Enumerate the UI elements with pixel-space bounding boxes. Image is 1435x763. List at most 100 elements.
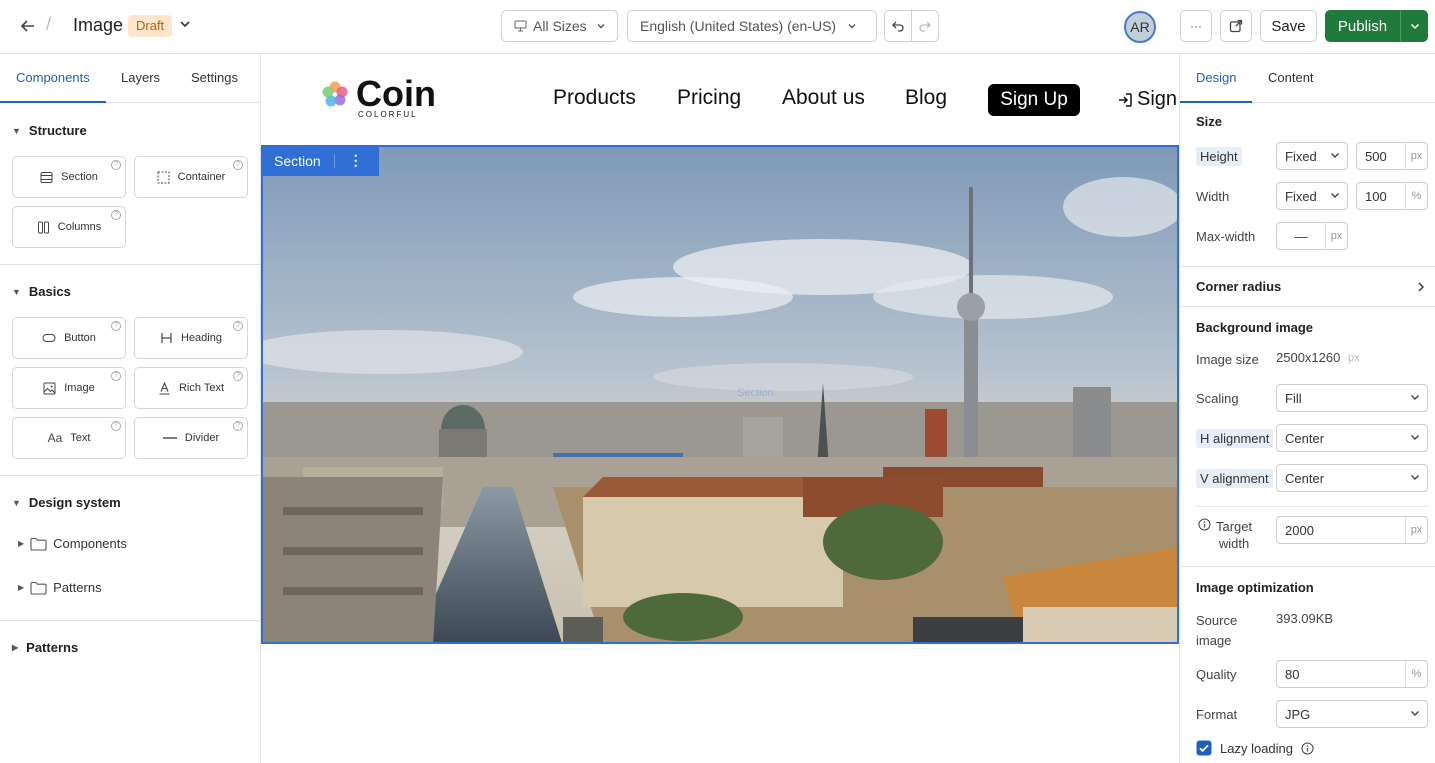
component-label: Image [64,382,95,394]
component-label: Divider [184,432,220,444]
tree-item-patterns[interactable]: ▶ Patterns [18,580,102,595]
flower-logo-icon [321,80,349,108]
height-input[interactable]: 500 px [1356,142,1428,170]
chevron-down-icon [1409,431,1421,446]
sign-in-link[interactable]: Sign [1117,88,1177,111]
component-label: Columns [57,221,102,233]
container-icon [157,171,170,184]
h-alignment-select[interactable]: Center [1276,424,1428,452]
publish-button[interactable]: Publish [1325,10,1400,42]
help-icon[interactable]: ? [233,160,243,170]
component-container[interactable]: Container ? [134,156,248,198]
component-rich-text[interactable]: Rich Text ? [134,367,248,409]
component-image[interactable]: Image ? [12,367,126,409]
publish-options-button[interactable] [1400,10,1428,42]
format-label: Format [1196,707,1238,722]
divider [0,475,260,476]
target-width-input[interactable]: 2000 px [1276,516,1428,544]
max-width-unit: px [1325,223,1347,249]
lazy-loading-label: Lazy loading [1220,740,1293,756]
tab-components[interactable]: Components [16,70,90,85]
help-icon[interactable]: ? [233,371,243,381]
design-system-section-header[interactable]: ▼ Design system [12,495,121,510]
nav-pricing[interactable]: Pricing [677,86,741,110]
back-arrow-icon[interactable] [16,14,40,38]
component-button[interactable]: Button ? [12,317,126,359]
chevron-down-icon [1409,471,1421,486]
tab-content[interactable]: Content [1268,70,1314,85]
sign-in-label: Sign [1137,88,1178,110]
help-icon[interactable]: ? [111,371,121,381]
tag-divider [333,153,335,168]
avatar[interactable]: AR [1124,11,1156,43]
patterns-section-header[interactable]: ▶ Patterns [12,640,78,655]
info-icon[interactable] [1198,518,1211,534]
target-width-value: 2000 [1285,522,1314,538]
width-label: Width [1196,189,1230,204]
component-divider[interactable]: Divider ? [134,417,248,459]
image-size-label: Image size [1196,352,1259,367]
basics-section-header[interactable]: ▼ Basics [12,284,71,299]
section-selection-tag[interactable]: Section ⋮ [261,145,379,176]
v-alignment-label: V alignment [1196,469,1273,488]
help-icon[interactable]: ? [233,421,243,431]
tab-design[interactable]: Design [1196,70,1236,85]
locale-select[interactable]: English (United States) (en-US) [627,10,877,42]
triangle-right-icon: ▶ [18,539,25,548]
max-width-input[interactable]: — px [1276,222,1348,250]
nav-about-us[interactable]: About us [782,86,865,110]
format-select[interactable]: JPG [1276,700,1428,728]
chevron-down-icon[interactable] [178,17,192,34]
sign-up-button[interactable]: Sign Up [988,84,1080,116]
chevron-right-icon[interactable] [1416,281,1426,296]
divider [1180,566,1435,567]
structure-section-header[interactable]: ▼ Structure [12,123,87,138]
more-options-button[interactable]: ··· [1180,10,1212,42]
scaling-label: Scaling [1196,391,1239,406]
component-label: Text [70,432,91,444]
save-button[interactable]: Save [1260,10,1317,42]
chevron-down-icon [1409,391,1421,406]
open-preview-button[interactable] [1220,10,1252,42]
corner-radius-title[interactable]: Corner radius [1196,279,1281,294]
tab-settings[interactable]: Settings [191,70,238,85]
scaling-select[interactable]: Fill [1276,384,1428,412]
h-alignment-value: Center [1285,430,1325,446]
more-icon: ··· [1190,19,1202,33]
component-columns[interactable]: Columns ? [12,206,126,248]
logo-subtext: COLORFUL [358,110,418,119]
height-mode-select[interactable]: Fixed [1276,142,1348,170]
chevron-down-icon [1329,149,1341,164]
canvas[interactable]: Coin COLORFUL Products Pricing About us … [261,54,1179,763]
help-icon[interactable]: ? [111,160,121,170]
help-icon[interactable]: ? [111,421,121,431]
help-icon[interactable]: ? [111,210,121,220]
component-heading[interactable]: Heading ? [134,317,248,359]
lazy-loading-checkbox-row[interactable]: Lazy loading [1196,740,1314,756]
checkbox-checked-icon[interactable] [1196,740,1212,756]
redo-button[interactable] [911,10,939,42]
component-section[interactable]: Section ? [12,156,126,198]
help-icon[interactable]: ? [233,321,243,331]
nav-blog[interactable]: Blog [905,86,947,110]
sizes-select[interactable]: All Sizes [501,10,618,42]
info-icon[interactable] [1301,742,1314,755]
tree-item-components[interactable]: ▶ Components [18,536,127,551]
width-mode-select[interactable]: Fixed [1276,182,1348,210]
triangle-right-icon: ▶ [12,643,19,652]
vertical-dots-icon[interactable]: ⋮ [349,152,363,169]
undo-button[interactable] [884,10,912,42]
width-input[interactable]: 100 % [1356,182,1428,210]
nav-products[interactable]: Products [553,86,636,110]
component-text[interactable]: Aa Text ? [12,417,126,459]
quality-unit: % [1405,661,1427,687]
target-width-label-line2: width [1218,536,1250,551]
help-icon[interactable]: ? [111,321,121,331]
hero-section[interactable]: Section [261,145,1179,644]
height-label: Height [1196,147,1242,166]
divider [0,620,260,621]
v-alignment-select[interactable]: Center [1276,464,1428,492]
tab-layers[interactable]: Layers [121,70,160,85]
quality-input[interactable]: 80 % [1276,660,1428,688]
columns-icon [37,221,50,234]
